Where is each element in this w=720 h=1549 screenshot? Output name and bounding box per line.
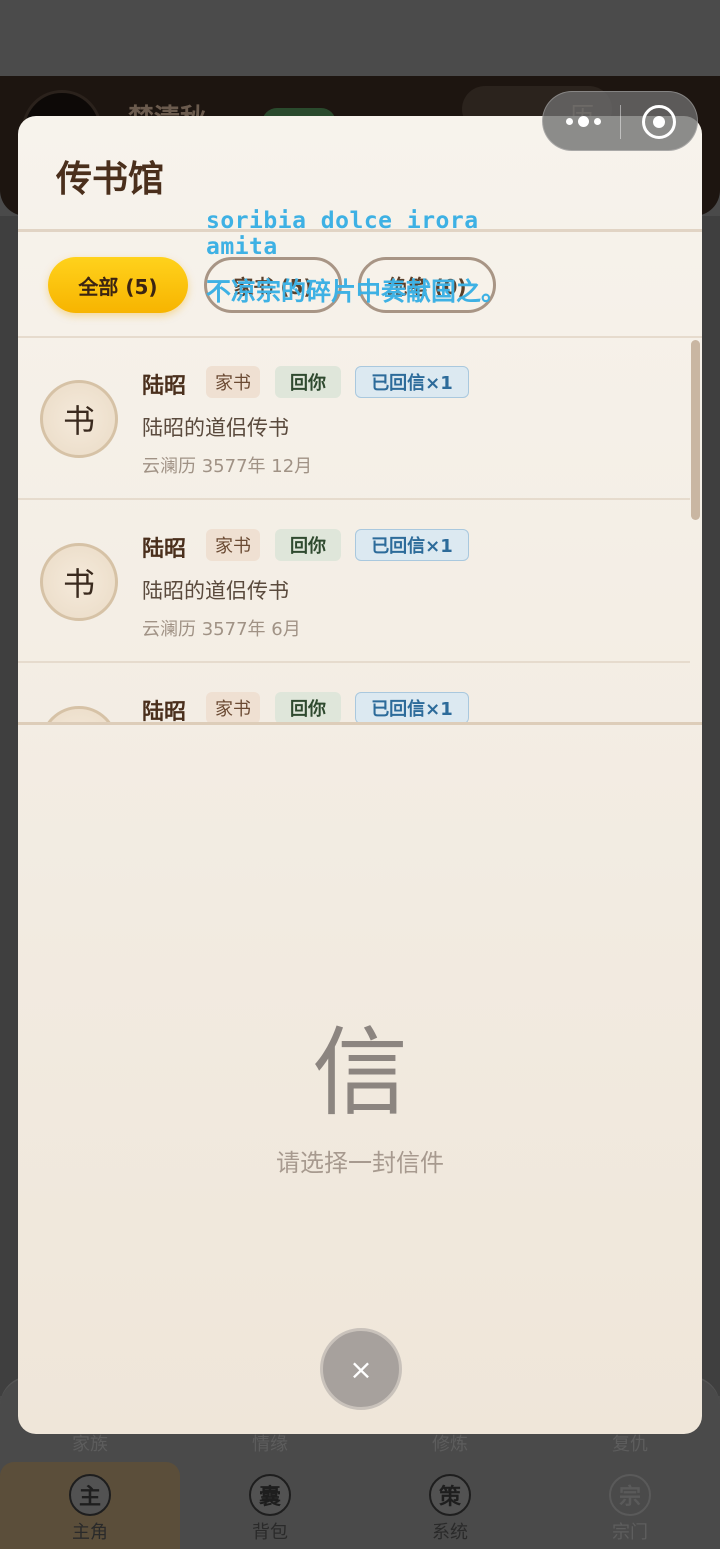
letter-sender: 陆昭 — [142, 700, 187, 722]
replied-count-badge: 已回信×1 — [355, 366, 469, 398]
nav-item-protagonist: 主 主角 — [0, 1474, 180, 1544]
nav-item-sect: 宗 宗门 — [540, 1474, 720, 1544]
letter-icon: 书 — [40, 543, 118, 621]
close-icon: × — [349, 1352, 373, 1386]
nav-icon-sect: 宗 — [609, 1474, 651, 1516]
empty-hint: 请选择一封信件 — [276, 1149, 444, 1177]
watermark-line-1: soribia dolce irora amita — [206, 208, 479, 260]
nav-icon-protagonist: 主 — [69, 1474, 111, 1516]
letter-subject: 陆昭的道侣传书 — [142, 579, 289, 603]
tab-all[interactable]: 全部 (5) — [48, 257, 188, 313]
letter-sender: 陆昭 — [142, 537, 187, 562]
letter-placeholder-icon: 信 — [312, 1017, 408, 1129]
watermark-line-2: 不凉宗的碎片中奏献国之。 — [206, 277, 507, 306]
replied-count-badge: 已回信×1 — [355, 692, 469, 722]
exit-miniprogram-icon[interactable] — [642, 105, 676, 139]
miniprogram-capsule — [542, 91, 698, 151]
replied-count-badge: 已回信×1 — [355, 529, 469, 561]
letter-kind-badge: 家书 — [206, 366, 260, 398]
letter-hall-modal: 传书馆 全部 (5) 家书 (5) 绝笔 (0) 书 陆昭 家书 回你 已回信×… — [18, 116, 702, 1434]
nav-label-system: 系统 — [432, 1522, 468, 1543]
capsule-divider — [620, 105, 621, 139]
more-icon[interactable] — [563, 106, 603, 136]
nav-icon-system: 策 — [429, 1474, 471, 1516]
nav-icon-bag: 囊 — [249, 1474, 291, 1516]
letter-row[interactable]: 书 陆昭 家书 回你 已回信×1 陆昭的道侣传书 云澜历 3577年 12月 — [18, 338, 690, 500]
letter-subject: 陆昭的道侣传书 — [142, 416, 289, 440]
nav-item-bag: 囊 背包 — [180, 1474, 360, 1544]
letter-date: 云澜历 3577年 6月 — [142, 619, 301, 640]
reply-badge: 回你 — [275, 529, 341, 561]
modal-title: 传书馆 — [56, 158, 165, 200]
letter-kind-badge: 家书 — [206, 692, 260, 722]
letter-sender: 陆昭 — [142, 374, 187, 399]
nav-label-bag: 背包 — [252, 1522, 288, 1543]
letter-row[interactable]: 书 陆昭 家书 回你 已回信×1 陆昭的道侣传书 云澜历 3577年 6月 — [18, 501, 690, 663]
watermark: soribia dolce irora amita 不凉宗的碎片中奏献国之。 — [206, 208, 536, 308]
reply-badge: 回你 — [275, 366, 341, 398]
letter-kind-badge: 家书 — [206, 529, 260, 561]
letter-list: 书 陆昭 家书 回你 已回信×1 陆昭的道侣传书 云澜历 3577年 12月 书… — [18, 338, 702, 722]
nav-primary-row: 主 主角 囊 背包 策 系统 宗 宗门 — [0, 1474, 720, 1544]
nav-item-system: 策 系统 — [360, 1474, 540, 1544]
nav-label-sect: 宗门 — [612, 1522, 648, 1543]
letter-date: 云澜历 3577年 12月 — [142, 456, 313, 477]
nav-label-protagonist: 主角 — [72, 1522, 108, 1543]
letter-icon: 书 — [40, 706, 118, 722]
list-scrollbar[interactable] — [691, 340, 700, 520]
letter-row[interactable]: 书 陆昭 家书 回你 已回信×1 — [18, 664, 690, 722]
reply-badge: 回你 — [275, 692, 341, 722]
close-button[interactable]: × — [320, 1328, 402, 1410]
letter-icon: 书 — [40, 380, 118, 458]
status-bar — [0, 0, 720, 76]
